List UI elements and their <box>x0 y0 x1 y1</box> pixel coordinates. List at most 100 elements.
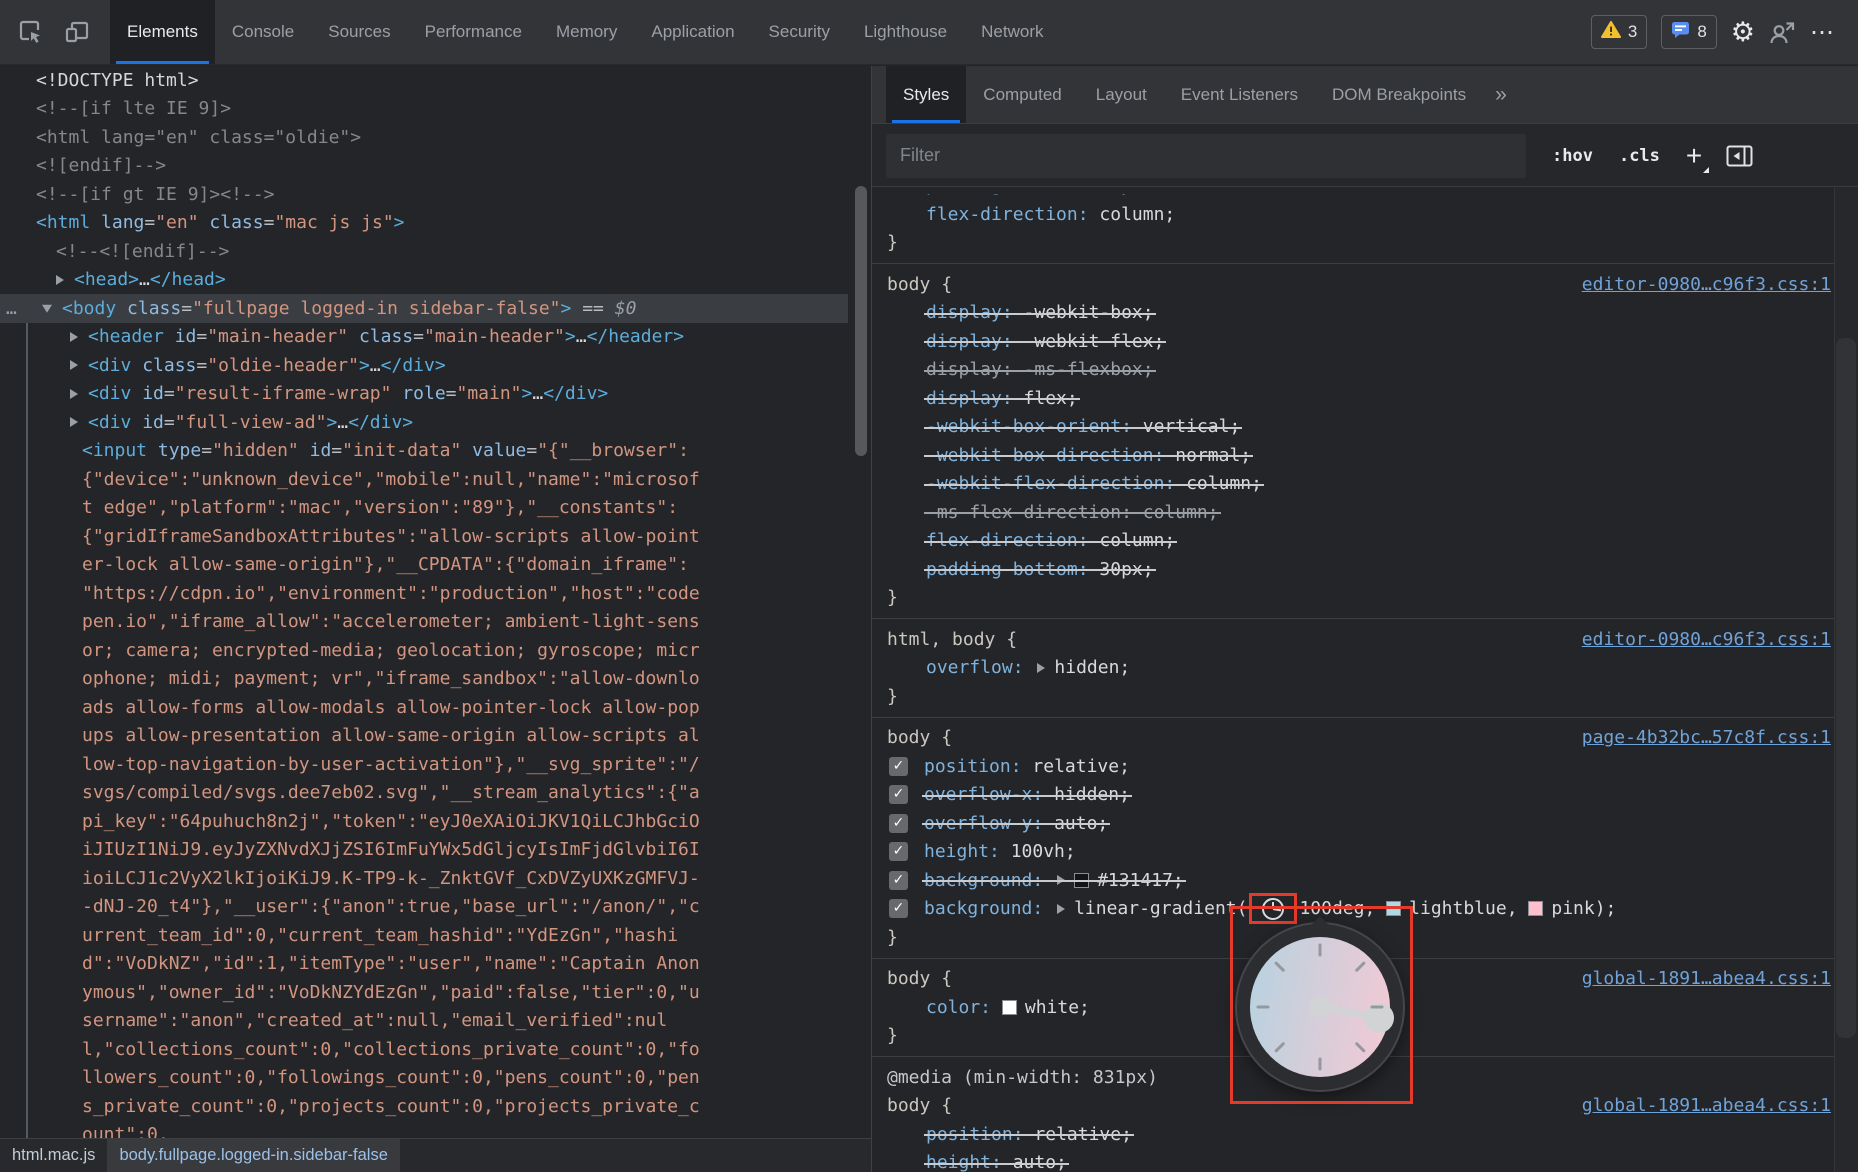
dom-node[interactable]: s_private_count":0,"projects_count":0,"p… <box>0 1092 848 1121</box>
sidebar-tab-styles[interactable]: Styles <box>886 66 966 123</box>
color-swatch-icon[interactable] <box>1528 901 1543 916</box>
sidebar-tab-event-listeners[interactable]: Event Listeners <box>1164 66 1315 123</box>
color-swatch-icon[interactable] <box>1074 873 1089 888</box>
color-swatch-icon[interactable] <box>1002 1000 1017 1015</box>
element-class-toggle[interactable]: .cls <box>1619 146 1660 166</box>
settings-gear-icon[interactable]: ⚙ <box>1731 19 1755 46</box>
dom-node[interactable]: <![endif]--> <box>0 152 848 181</box>
dom-node[interactable]: {"gridIframeSandboxAttributes":"allow-sc… <box>0 522 848 551</box>
sidebar-tab-dom-breakpoints[interactable]: DOM Breakpoints <box>1315 66 1483 123</box>
css-property-line[interactable]: ✓overflow-x: hidden; <box>872 781 1858 810</box>
hidden-nodes-ellipsis[interactable]: … <box>6 298 17 319</box>
messages-badge[interactable]: 8 <box>1661 15 1716 49</box>
breadcrumb-body-selected[interactable]: body.fullpage.logged-in.sidebar-false <box>107 1139 399 1172</box>
dom-node[interactable]: iJIUzI1NiJ9.eyJyZXNvdXJjZSI6ImFuYWx5dGlj… <box>0 836 848 865</box>
dom-node[interactable]: "https://cdpn.io","environment":"product… <box>0 579 848 608</box>
dom-node[interactable]: -dNJ-20_t4"},"__user":{"anon":true,"base… <box>0 893 848 922</box>
stylesheet-source-link[interactable]: editor-0980…c96f3.css:1 <box>1582 629 1831 650</box>
stylesheet-source-link[interactable]: editor-0980…c96f3.css:1 <box>1582 274 1831 295</box>
dom-node[interactable]: <!--[if gt IE 9]><!--> <box>0 180 848 209</box>
dom-node[interactable]: ount":0, <box>0 1121 848 1139</box>
css-property-line[interactable]: -webkit-flex-direction: column; <box>872 470 1858 499</box>
sidebar-dock-icon[interactable] <box>1726 145 1753 167</box>
css-property-line[interactable]: -ms-flex-direction: column; <box>872 498 1858 527</box>
styles-scrollbar-thumb[interactable] <box>1836 338 1856 1038</box>
css-property-line[interactable]: height: auto; <box>872 1149 1858 1172</box>
dom-node[interactable]: t edge","platform":"mac","version":"89"}… <box>0 494 848 523</box>
css-property-line[interactable]: ✓overflow-y: auto; <box>872 809 1858 838</box>
property-checkbox-icon[interactable]: ✓ <box>889 871 908 890</box>
dom-node[interactable]: urrent_team_id":0,"current_team_hashid":… <box>0 921 848 950</box>
pseudo-state-toggle[interactable]: :hov <box>1552 146 1593 166</box>
tab-elements[interactable]: Elements <box>110 0 215 64</box>
warnings-badge[interactable]: 3 <box>1591 15 1647 49</box>
tab-lighthouse[interactable]: Lighthouse <box>847 0 964 64</box>
dom-node[interactable]: <div id="result-iframe-wrap" role="main"… <box>0 380 848 409</box>
expand-arrow-icon[interactable] <box>70 360 78 370</box>
dom-node[interactable]: low-top-navigation-by-user-activation"},… <box>0 750 848 779</box>
stylesheet-source-link[interactable]: page-4b32bc…57c8f.css:1 <box>1582 727 1831 748</box>
rule-selector-line[interactable]: body {global-1891…abea4.css:1 <box>872 1092 1858 1121</box>
expand-value-icon[interactable] <box>1057 875 1065 885</box>
property-checkbox-icon[interactable]: ✓ <box>889 814 908 833</box>
expand-value-icon[interactable] <box>1037 663 1045 673</box>
dom-node[interactable]: svgs/compiled/svgs.dee7eb02.svg","__stre… <box>0 779 848 808</box>
tab-application[interactable]: Application <box>634 0 751 64</box>
dom-node[interactable]: l,"collections_count":0,"collections_pri… <box>0 1035 848 1064</box>
collapse-arrow-icon[interactable] <box>42 305 52 313</box>
css-property-line[interactable]: -webkit-box-direction: normal; <box>872 441 1858 470</box>
tab-performance[interactable]: Performance <box>408 0 539 64</box>
property-checkbox-icon[interactable]: ✓ <box>889 899 908 918</box>
tab-network[interactable]: Network <box>964 0 1060 64</box>
expand-arrow-icon[interactable] <box>70 332 78 342</box>
css-property-line[interactable]: ✓position: relative; <box>872 752 1858 781</box>
inspect-cursor-icon[interactable] <box>8 0 54 64</box>
remote-person-icon[interactable] <box>1769 20 1796 45</box>
styles-scrollbar-track[interactable] <box>1834 188 1858 1172</box>
dom-node[interactable]: ups allow-presentation allow-same-origin… <box>0 722 848 751</box>
dom-node[interactable]: <!DOCTYPE html> <box>0 66 848 95</box>
css-property-line[interactable]: display: -webkit-flex; <box>872 327 1858 356</box>
dom-node[interactable]: sername":"anon","created_at":null,"email… <box>0 1007 848 1036</box>
dom-node[interactable]: pi_key":"64puhuch8n2j","token":"eyJ0eXAi… <box>0 807 848 836</box>
css-property-line[interactable]: ✓background: #131417; <box>872 866 1858 895</box>
expand-arrow-icon[interactable] <box>56 275 64 285</box>
dom-node[interactable]: <header id="main-header" class="main-hea… <box>0 323 848 352</box>
css-property-line[interactable]: position: relative; <box>872 1120 1858 1149</box>
color-swatch-icon[interactable] <box>1386 901 1401 916</box>
angle-picker-dial[interactable] <box>1237 924 1403 1090</box>
css-property-line[interactable]: display: -webkit-box; <box>872 299 1858 328</box>
stylesheet-source-link[interactable]: global-1891…abea4.css:1 <box>1582 1095 1831 1116</box>
breadcrumb-html[interactable]: html.mac.js <box>0 1139 107 1172</box>
sidebar-tab-layout[interactable]: Layout <box>1079 66 1164 123</box>
css-property-line[interactable]: flex-direction: column; <box>872 527 1858 556</box>
css-property-line[interactable]: ✓height: 100vh; <box>872 838 1858 867</box>
dom-node[interactable]: <html lang="en" class="mac js js"> <box>0 209 848 238</box>
rule-selector-line[interactable]: html, body {editor-0980…c96f3.css:1 <box>872 625 1858 654</box>
tab-overflow-chevron-icon[interactable]: » <box>1483 66 1519 123</box>
css-property-line[interactable]: display: -ms-flexbox; <box>872 356 1858 385</box>
dom-node[interactable]: ymous","owner_id":"VoDkNZYdEzGn","paid":… <box>0 978 848 1007</box>
css-property-line[interactable]: -webkit-box-orient: vertical; <box>872 413 1858 442</box>
dom-node[interactable]: <div class="oldie-header">…</div> <box>0 351 848 380</box>
elements-scrollbar-thumb[interactable] <box>855 186 867 456</box>
css-property-line[interactable]: flex-direction: column; <box>872 200 1858 229</box>
dom-node[interactable]: or; camera; encrypted-media; geolocation… <box>0 636 848 665</box>
css-property-line[interactable]: display: flex; <box>872 384 1858 413</box>
dom-node[interactable]: d":"VoDkNZ","id":1,"itemType":"user","na… <box>0 950 848 979</box>
tab-sources[interactable]: Sources <box>311 0 407 64</box>
styles-filter-input[interactable] <box>886 134 1526 178</box>
dom-node[interactable]: ioiLCJ1c2VyX2lkIjoiKiJ9.K-TP9-k-_ZnktGVf… <box>0 864 848 893</box>
property-checkbox-icon[interactable]: ✓ <box>889 785 908 804</box>
dom-node[interactable]: <!--<![endif]--> <box>0 237 848 266</box>
stylesheet-source-link[interactable]: global-1891…abea4.css:1 <box>1582 968 1831 989</box>
dom-node[interactable]: {"device":"unknown_device","mobile":null… <box>0 465 848 494</box>
dom-node[interactable]: <html lang="en" class="oldie"> <box>0 123 848 152</box>
expand-arrow-icon[interactable] <box>70 389 78 399</box>
tab-console[interactable]: Console <box>215 0 311 64</box>
dom-node[interactable]: ads allow-forms allow-modals allow-point… <box>0 693 848 722</box>
dom-node[interactable]: pen.io","iframe_allow":"accelerometer; a… <box>0 608 848 637</box>
sidebar-tab-computed[interactable]: Computed <box>966 66 1078 123</box>
dom-node[interactable]: <head>…</head> <box>0 266 848 295</box>
rule-selector-line[interactable]: body {page-4b32bc…57c8f.css:1 <box>872 724 1858 753</box>
